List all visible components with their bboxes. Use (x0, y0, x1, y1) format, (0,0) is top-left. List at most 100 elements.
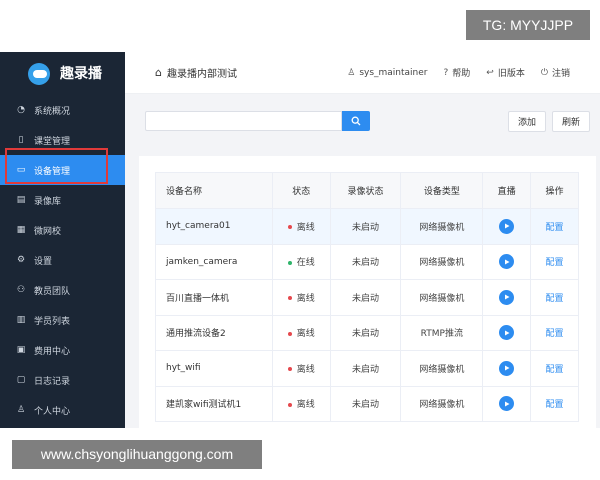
play-icon[interactable] (499, 218, 515, 234)
live-cell (482, 385, 532, 422)
sidebar-item-label: 费用中心 (34, 346, 71, 357)
status-text: 离线 (296, 293, 315, 304)
record-status: 未启动 (329, 279, 402, 316)
sidebar-item-settings[interactable]: ⚙ 设置 (0, 245, 125, 275)
logout-link[interactable]: ⏻ 注销 (540, 66, 570, 80)
home-icon[interactable]: ⌂ (155, 66, 162, 79)
column-header: 设备类型 (400, 172, 484, 209)
device-type: RTMP推流 (400, 314, 484, 351)
table-row[interactable]: hyt_camera01 离线 未启动 网络摄像机 配置 (155, 208, 579, 245)
configure-link[interactable]: 配置 (546, 258, 564, 268)
sidebar-item-student-list[interactable]: ▥ 学员列表 (0, 305, 125, 335)
search-input[interactable] (145, 111, 342, 131)
action-cell: 配置 (530, 314, 579, 351)
live-cell (482, 350, 532, 387)
sidebar-item-label: 日志记录 (34, 376, 71, 387)
play-icon[interactable] (499, 360, 515, 376)
sidebar-item-label: 学员列表 (34, 316, 71, 327)
table-row[interactable]: 百川直播一体机 离线 未启动 网络摄像机 配置 (155, 279, 579, 316)
column-header: 直播 (482, 172, 532, 209)
camera-icon: ▭ (16, 165, 26, 175)
sidebar-item-label: 教员团队 (34, 286, 71, 297)
logo[interactable]: 趣录播 (0, 52, 125, 94)
device-table: 设备名称 状态 录像状态 设备类型 直播 操作 hyt_camera01 离线 … (155, 172, 579, 422)
sidebar-item-label: 课堂管理 (34, 136, 71, 147)
old-version-label: 旧版本 (497, 69, 525, 79)
logout-icon: ⏻ (540, 67, 548, 78)
sidebar: 趣录播 ◔ 系统概况 ▯ 课堂管理 ▭ 设备管理 ▤ 录像库 ▦ 微网校 ⚙ 设置 ⚇ 教员团… (0, 52, 125, 428)
table-row[interactable]: jamken_camera 在线 未启动 网络摄像机 配置 (155, 243, 579, 280)
device-type: 网络摄像机 (400, 243, 484, 280)
sidebar-item-billing-center[interactable]: ▣ 费用中心 (0, 335, 125, 365)
configure-link[interactable]: 配置 (546, 329, 564, 339)
status-cell: 离线 (271, 350, 331, 387)
sidebar-item-log-records[interactable]: ▢ 日志记录 (0, 365, 125, 395)
search-bar (145, 111, 370, 131)
status-text: 离线 (296, 364, 315, 375)
column-header: 状态 (271, 172, 331, 209)
offline-dot-icon (287, 225, 292, 230)
grid-icon: ▦ (16, 225, 26, 235)
logout-label: 注销 (551, 69, 570, 79)
device-name: 通用推流设备2 (155, 314, 273, 351)
user-menu[interactable]: ♙ sys_maintainer (347, 68, 427, 78)
main-content: 添加 刷新 设备名称 状态 录像状态 设备类型 直播 操作 hyt_camera… (125, 94, 600, 428)
table-row[interactable]: hyt_wifi 离线 未启动 网络摄像机 配置 (155, 350, 579, 387)
play-icon[interactable] (499, 325, 515, 341)
record-status: 未启动 (329, 314, 402, 351)
configure-link[interactable]: 配置 (546, 223, 564, 233)
page-title: ⌂ 趣录播内部测试 (155, 65, 237, 80)
device-name: jamken_camera (155, 243, 273, 280)
help-link[interactable]: ? 帮助 (444, 66, 471, 80)
play-icon[interactable] (499, 396, 515, 412)
sidebar-item-video-library[interactable]: ▤ 录像库 (0, 185, 125, 215)
sidebar-item-personal-center[interactable]: ♙ 个人中心 (0, 395, 125, 425)
record-status: 未启动 (329, 208, 402, 245)
search-icon (351, 116, 361, 126)
live-cell (482, 208, 532, 245)
device-type: 网络摄像机 (400, 279, 484, 316)
device-table-panel: 设备名称 状态 录像状态 设备类型 直播 操作 hyt_camera01 离线 … (139, 156, 596, 428)
device-type: 网络摄像机 (400, 208, 484, 245)
sidebar-item-device-management[interactable]: ▭ 设备管理 (0, 155, 125, 185)
table-row[interactable]: 建凯家wifi测试机1 离线 未启动 网络摄像机 配置 (155, 385, 579, 422)
configure-link[interactable]: 配置 (546, 400, 564, 410)
action-cell: 配置 (530, 350, 579, 387)
configure-link[interactable]: 配置 (546, 294, 564, 304)
record-status: 未启动 (329, 385, 402, 422)
sidebar-item-teacher-team[interactable]: ⚇ 教员团队 (0, 275, 125, 305)
status-cell: 离线 (271, 314, 331, 351)
search-button[interactable] (342, 111, 370, 131)
sidebar-item-class-management[interactable]: ▯ 课堂管理 (0, 125, 125, 155)
student-list-icon: ▥ (16, 315, 26, 325)
refresh-button[interactable]: 刷新 (552, 111, 590, 132)
configure-link[interactable]: 配置 (546, 365, 564, 375)
play-icon[interactable] (499, 254, 515, 270)
record-status: 未启动 (329, 243, 402, 280)
sidebar-item-label: 设置 (34, 256, 53, 267)
offline-dot-icon (287, 367, 292, 372)
user-icon: ♙ (16, 405, 26, 415)
live-cell (482, 243, 532, 280)
status-cell: 离线 (271, 279, 331, 316)
action-cell: 配置 (530, 385, 579, 422)
old-version-link[interactable]: ↩ 旧版本 (486, 66, 525, 80)
sidebar-nav: ◔ 系统概况 ▯ 课堂管理 ▭ 设备管理 ▤ 录像库 ▦ 微网校 ⚙ 设置 ⚇ 教员团队 ▥ 学… (0, 95, 125, 425)
device-name: 百川直播一体机 (155, 279, 273, 316)
action-cell: 配置 (530, 208, 579, 245)
live-cell (482, 279, 532, 316)
add-button[interactable]: 添加 (508, 111, 546, 132)
column-header: 录像状态 (329, 172, 402, 209)
offline-dot-icon (287, 331, 292, 336)
team-icon: ⚇ (16, 285, 26, 295)
document-icon: ▯ (18, 135, 24, 145)
sidebar-item-label: 个人中心 (34, 406, 71, 417)
sidebar-item-system-overview[interactable]: ◔ 系统概况 (0, 95, 125, 125)
record-status: 未启动 (329, 350, 402, 387)
table-row[interactable]: 通用推流设备2 离线 未启动 RTMP推流 配置 (155, 314, 579, 351)
device-name: 建凯家wifi测试机1 (155, 385, 273, 422)
action-cell: 配置 (530, 243, 579, 280)
watermark-bottom: www.chsyonglihuanggong.com (12, 440, 262, 469)
play-icon[interactable] (499, 289, 515, 305)
sidebar-item-micro-school[interactable]: ▦ 微网校 (0, 215, 125, 245)
